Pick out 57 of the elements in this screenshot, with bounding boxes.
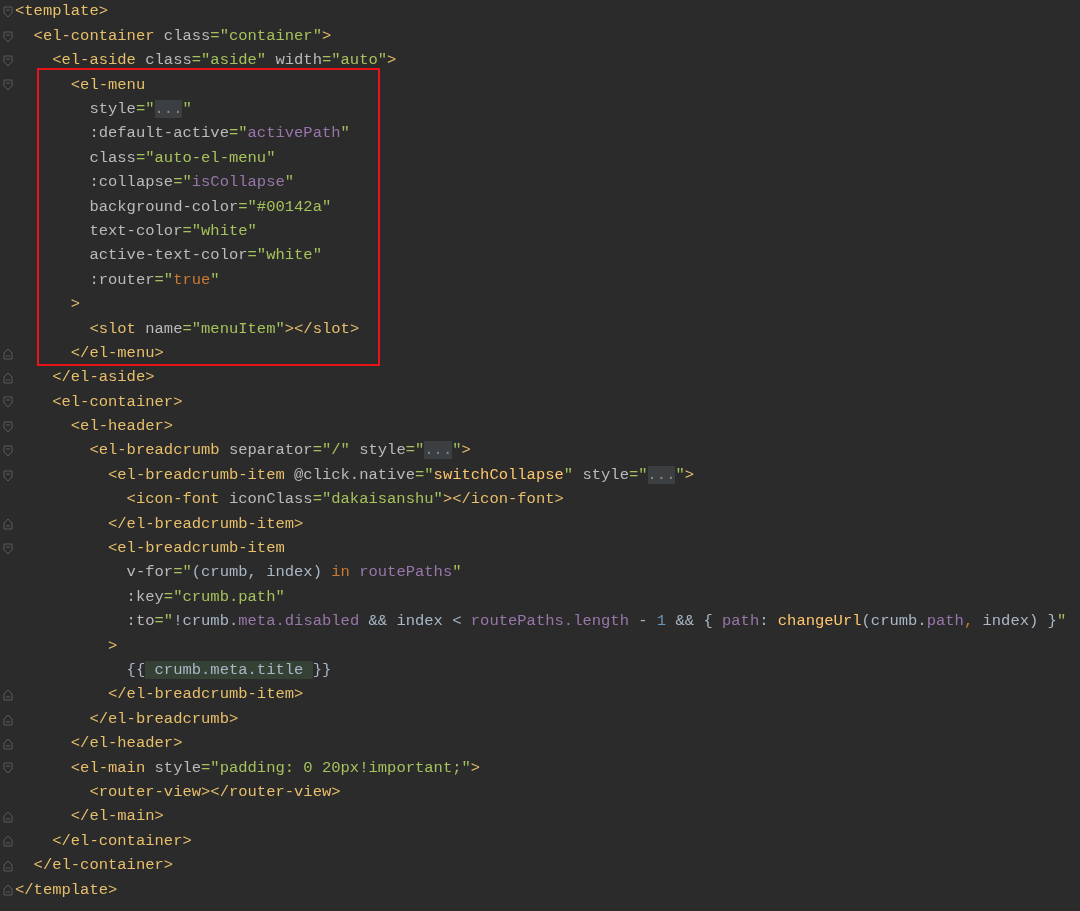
code-line: </el-breadcrumb> [88, 711, 239, 728]
code-line: </el-container> [32, 858, 174, 874]
fold-marker-icon[interactable] [2, 396, 13, 409]
code-line: :to="!crumb.meta.disabled && index < routePaths.length - 1 && { path: changeUrl(crumb.path, index) }" [125, 614, 1067, 630]
fold-marker-icon[interactable] [2, 811, 13, 824]
code-line: <el-breadcrumb-item @click.native="switchCollapse" style="..."> [107, 467, 695, 484]
code-line: </el-main> [69, 809, 164, 825]
fold-marker-icon[interactable] [2, 689, 13, 702]
code-line: </template> [15, 882, 118, 898]
code-line: style="..." [88, 102, 192, 118]
code-line: <el-menu [69, 77, 146, 94]
code-line: <el-container class="container"> [32, 28, 332, 45]
code-line: :default-active="activePath" [88, 126, 350, 142]
code-line: {{ crumb.meta.title }} [125, 663, 332, 679]
fold-marker-icon[interactable] [2, 859, 13, 872]
code-line: </el-menu> [69, 345, 164, 362]
code-line: :router="true" [88, 272, 220, 289]
fold-marker-icon[interactable] [2, 372, 13, 385]
fold-marker-icon[interactable] [2, 542, 13, 555]
code-line: <el-header> [69, 419, 174, 435]
code-line: :collapse="isCollapse" [88, 175, 295, 191]
code-line: </el-breadcrumb-item> [107, 687, 304, 703]
code-line: <el-main style="padding: 0 20px!important;"> [69, 760, 481, 777]
code-line: background-color="#00142a" [88, 199, 332, 216]
fold-marker-icon[interactable] [2, 713, 13, 726]
code-line: </el-breadcrumb-item> [107, 516, 304, 533]
code-line: <slot name="menuItem"></slot> [88, 321, 360, 337]
code-line: <el-container> [51, 394, 183, 411]
fold-marker-icon[interactable] [2, 884, 13, 897]
code-line: active-text-color="white" [88, 248, 322, 264]
code-line: <router-view></router-view> [88, 784, 341, 801]
code-line: class="auto-el-menu" [88, 150, 276, 167]
code-line: <template> [15, 4, 108, 20]
fold-marker-icon[interactable] [2, 469, 13, 482]
code-line: <el-aside class="aside" width="auto"> [51, 53, 397, 69]
fold-marker-icon[interactable] [2, 30, 13, 43]
fold-marker-icon[interactable] [2, 54, 13, 67]
fold-marker-icon[interactable] [2, 79, 13, 92]
code-line: > [107, 638, 118, 655]
code-line: </el-header> [69, 736, 183, 752]
fold-marker-icon[interactable] [2, 6, 13, 19]
fold-marker-icon[interactable] [2, 420, 13, 433]
code-line: </el-container> [51, 833, 192, 850]
code-line: <el-breadcrumb-item [107, 541, 285, 557]
fold-marker-icon[interactable] [2, 737, 13, 750]
fold-marker-icon[interactable] [2, 835, 13, 848]
code-line: <icon-font iconClass="dakaisanshu"></icon-font> [125, 492, 564, 508]
code-line: <el-breadcrumb separator="/" style="..."> [88, 443, 471, 459]
fold-marker-icon[interactable] [2, 518, 13, 531]
code-line: </el-aside> [51, 370, 155, 386]
code-line: :key="crumb.path" [125, 589, 285, 606]
code-line: text-color="white" [88, 223, 257, 240]
code-line: > [69, 297, 81, 313]
code-line: v-for="(crumb, index) in routePaths" [125, 565, 462, 581]
fold-marker-icon[interactable] [2, 762, 13, 775]
fold-marker-icon[interactable] [2, 445, 13, 458]
fold-marker-icon[interactable] [2, 347, 13, 360]
